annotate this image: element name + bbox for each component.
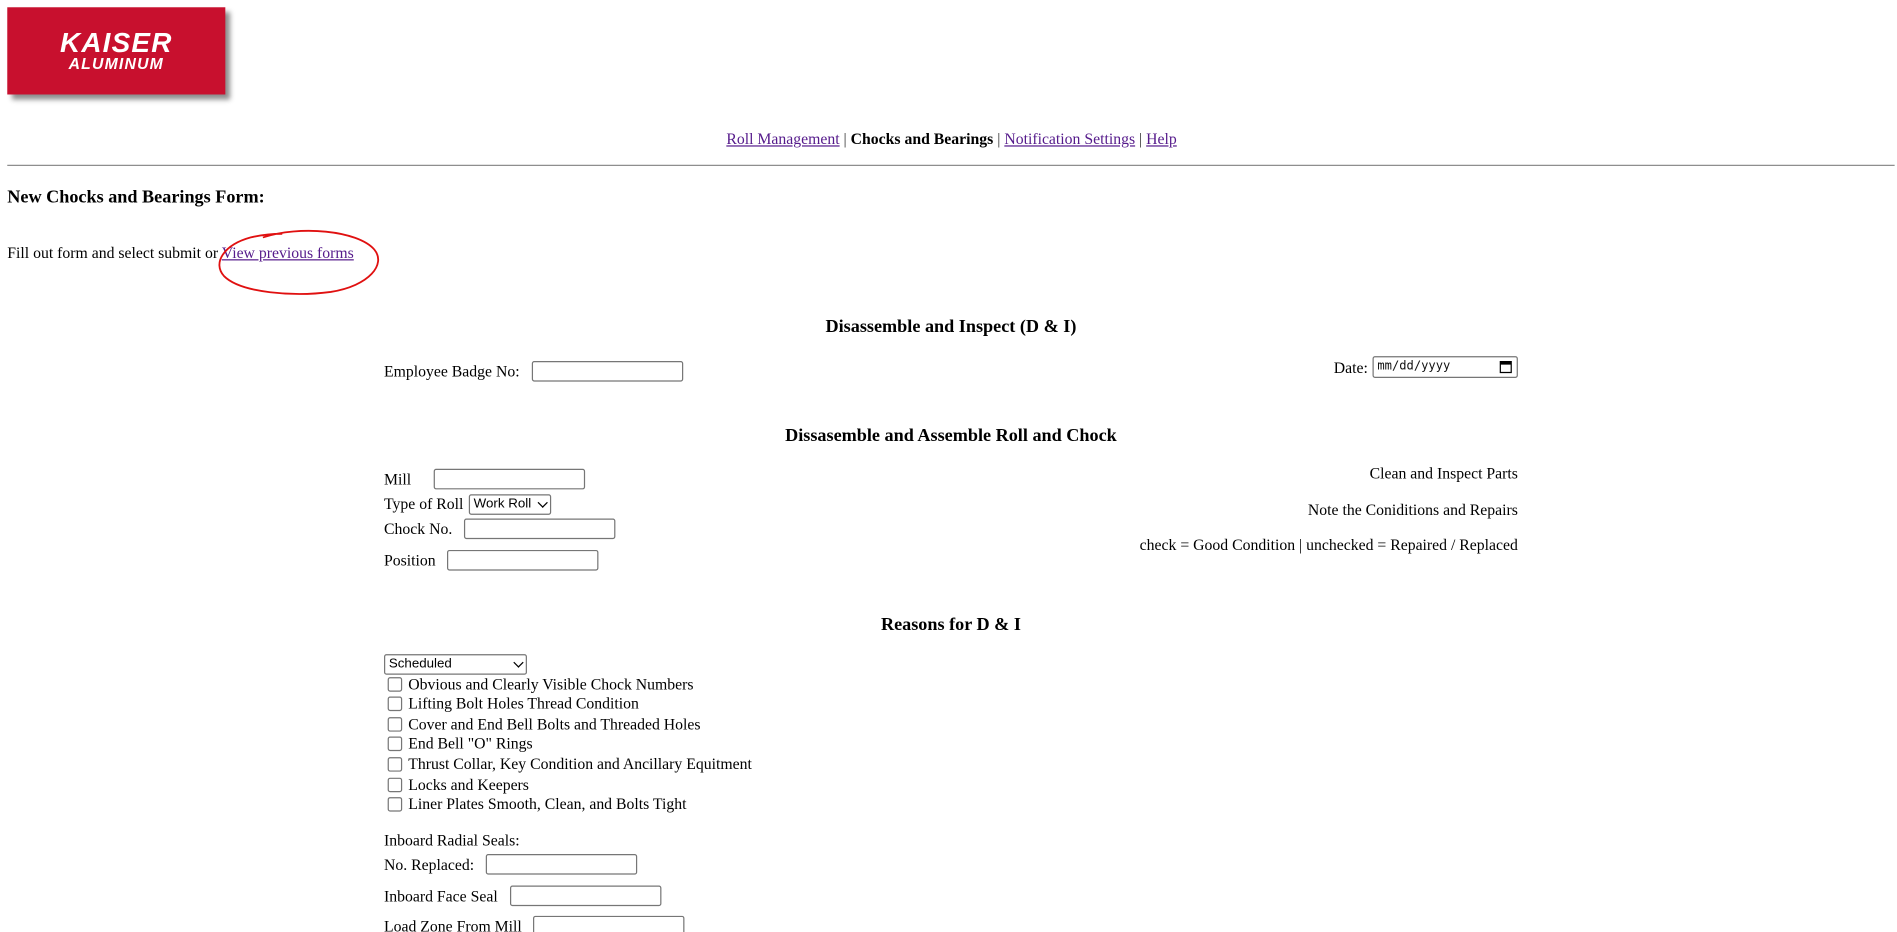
nav-separator: | bbox=[997, 129, 1001, 148]
checkbox[interactable] bbox=[387, 717, 403, 732]
intro-text: Fill out form and select submit or bbox=[7, 243, 219, 262]
employee-badge-label: Employee Badge No: bbox=[384, 362, 520, 381]
nav-current-chocks-and-bearings: Chocks and Bearings bbox=[850, 129, 994, 148]
checkbox[interactable] bbox=[387, 677, 403, 692]
kaiser-aluminum-logo: KAISER ALUMINUM bbox=[7, 7, 226, 95]
reason-value: Scheduled bbox=[388, 656, 452, 672]
nav-link-help[interactable]: Help bbox=[1146, 130, 1177, 148]
section-title-reasons: Reasons for D & I bbox=[880, 615, 1021, 635]
check-legend-label: check = Good Condition | unchecked = Rep… bbox=[1139, 535, 1518, 554]
checkbox-label: End Bell "O" Rings bbox=[408, 734, 533, 753]
checkbox[interactable] bbox=[387, 696, 403, 712]
employee-badge-input[interactable] bbox=[531, 360, 684, 382]
inboard-face-seal-input[interactable] bbox=[509, 885, 662, 907]
chock-no-label: Chock No. bbox=[384, 519, 453, 538]
nav-separator: | bbox=[843, 129, 847, 148]
top-navigation: Roll Management | Chocks and Bearings | … bbox=[0, 130, 1897, 149]
mill-input[interactable] bbox=[433, 468, 586, 490]
logo-main-text: KAISER bbox=[60, 26, 173, 59]
date-placeholder: mm/dd/yyyy bbox=[1377, 359, 1451, 374]
checkbox-label: Cover and End Bell Bolts and Threaded Ho… bbox=[408, 714, 701, 733]
checkbox[interactable] bbox=[387, 736, 403, 752]
no-replaced-label: No. Replaced: bbox=[384, 855, 475, 874]
checkbox[interactable] bbox=[387, 777, 403, 793]
nav-link-notification-settings[interactable]: Notification Settings bbox=[1004, 130, 1135, 148]
page-title: New Chocks and Bearings Form: bbox=[7, 187, 265, 208]
position-input[interactable] bbox=[447, 549, 599, 571]
section-title-disassemble-inspect: Disassemble and Inspect (D & I) bbox=[825, 317, 1077, 337]
note-conditions-label: Note the Coniditions and Repairs bbox=[1307, 500, 1518, 519]
load-zone-label: Load Zone From Mill bbox=[384, 917, 522, 932]
load-zone-input[interactable] bbox=[533, 915, 685, 932]
checkbox[interactable] bbox=[387, 757, 403, 772]
section-title-disassemble-assemble: Dissasemble and Assemble Roll and Chock bbox=[785, 426, 1117, 446]
nav-separator: | bbox=[1139, 129, 1143, 148]
nav-link-roll-management[interactable]: Roll Management bbox=[726, 130, 839, 148]
type-of-roll-label: Type of Roll bbox=[384, 494, 464, 513]
date-label: Date: bbox=[1333, 358, 1368, 377]
no-replaced-input[interactable] bbox=[485, 854, 638, 875]
annotation-circle bbox=[218, 229, 380, 295]
calendar-icon[interactable] bbox=[1499, 360, 1512, 374]
checkbox-label: Lifting Bolt Holes Thread Condition bbox=[408, 694, 639, 713]
checkbox[interactable] bbox=[387, 797, 403, 812]
type-of-roll-select[interactable]: Work Roll bbox=[468, 494, 552, 515]
type-of-roll-value: Work Roll bbox=[473, 496, 532, 512]
position-label: Position bbox=[384, 551, 436, 570]
chevron-down-icon bbox=[513, 657, 524, 668]
checkbox-label: Liner Plates Smooth, Clean, and Bolts Ti… bbox=[408, 794, 687, 813]
header-divider bbox=[7, 164, 1895, 166]
reason-select[interactable]: Scheduled bbox=[384, 654, 527, 675]
chevron-down-icon bbox=[537, 497, 548, 508]
date-input[interactable]: mm/dd/yyyy bbox=[1372, 356, 1518, 378]
inboard-radial-seals-label: Inboard Radial Seals: bbox=[384, 831, 520, 850]
mill-label: Mill bbox=[384, 470, 412, 489]
checkbox-label: Thrust Collar, Key Condition and Ancilla… bbox=[408, 754, 752, 773]
logo-sub-text: ALUMINUM bbox=[68, 54, 164, 73]
checkbox-label: Obvious and Clearly Visible Chock Number… bbox=[408, 674, 694, 693]
checkbox-label: Locks and Keepers bbox=[408, 775, 529, 794]
inboard-face-seal-label: Inboard Face Seal bbox=[384, 886, 498, 905]
clean-inspect-label: Clean and Inspect Parts bbox=[1369, 463, 1518, 483]
chock-no-input[interactable] bbox=[463, 518, 616, 540]
